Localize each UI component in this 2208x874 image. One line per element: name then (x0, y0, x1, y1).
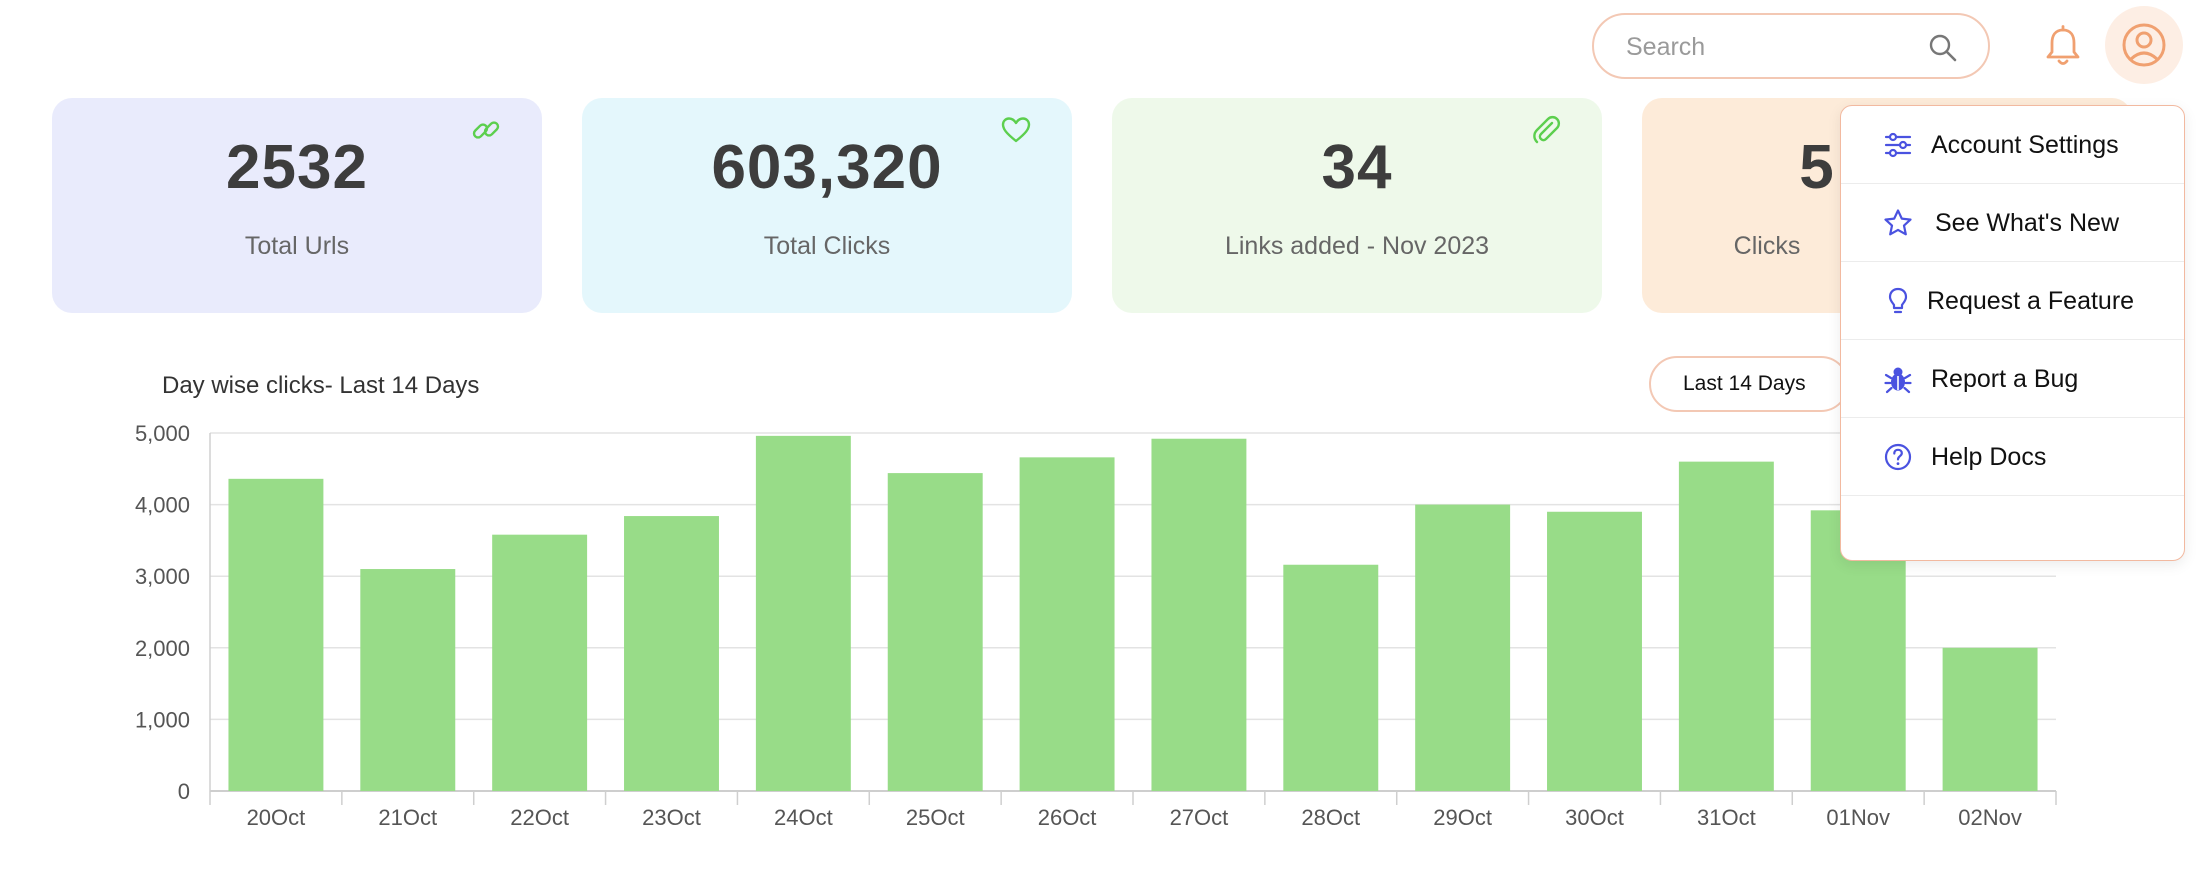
x-tick-label: 31Oct (1697, 805, 1756, 830)
y-tick-label: 3,000 (135, 564, 190, 589)
bar-28Oct (1283, 564, 1379, 791)
stat-card-total-urls: 2532 Total Urls (52, 98, 542, 313)
stat-label: Links added - Nov 2023 (1224, 232, 1490, 260)
bar-20Oct (228, 478, 324, 791)
menu-item-account-settings[interactable]: Account Settings (1841, 106, 2184, 184)
stat-value: 603,320 (711, 133, 943, 202)
profile-button[interactable] (2105, 6, 2183, 84)
sliders-icon (1884, 132, 1912, 158)
stat-value: 34 (1321, 133, 1393, 202)
x-tick-label: 21Oct (378, 805, 437, 830)
menu-item-label: Report a Bug (1931, 365, 2079, 393)
menu-item-help-docs[interactable]: Help Docs (1841, 418, 2184, 496)
stat-value: 2532 (226, 133, 368, 202)
x-tick-label: 24Oct (774, 805, 833, 830)
bar-21Oct (360, 569, 456, 791)
y-tick-label: 5,000 (135, 421, 190, 446)
search-icon[interactable] (1928, 33, 1958, 63)
bar-29Oct (1415, 504, 1511, 791)
x-tick-label: 25Oct (906, 805, 965, 830)
menu-item-label: Request a Feature (1927, 287, 2135, 315)
stat-label: Total Urls (244, 232, 350, 260)
search-input[interactable] (1624, 27, 1928, 67)
y-tick-label: 0 (178, 779, 190, 804)
menu-item-label: Help Docs (1931, 443, 2047, 471)
x-tick-label: 26Oct (1038, 805, 1097, 830)
lightbulb-icon (1888, 287, 1908, 314)
heart-icon[interactable] (1000, 114, 1032, 146)
paperclip-icon[interactable] (1530, 114, 1562, 146)
x-tick-label: 23Oct (642, 805, 701, 830)
bug-icon (1884, 367, 1912, 394)
link-icon[interactable] (470, 114, 502, 146)
bar-25Oct (887, 473, 983, 791)
stat-label: Total Clicks (763, 232, 891, 260)
bar-24Oct (755, 435, 851, 791)
profile-dropdown-menu: Account Settings See What's New Request … (1840, 105, 2185, 561)
y-tick-label: 4,000 (135, 493, 190, 518)
x-tick-label: 02Nov (1958, 805, 2022, 830)
bar-26Oct (1019, 457, 1115, 791)
stat-label: Clicks (1733, 232, 1801, 260)
user-circle-icon (2122, 23, 2166, 67)
star-icon (1884, 209, 1912, 236)
menu-item-label: Account Settings (1931, 131, 2119, 159)
menu-item-request-feature[interactable]: Request a Feature (1841, 262, 2184, 340)
x-tick-label: 28Oct (1301, 805, 1360, 830)
bar-31Oct (1678, 461, 1774, 791)
stat-card-links-added: 34 Links added - Nov 2023 (1112, 98, 1602, 313)
y-tick-label: 2,000 (135, 636, 190, 661)
search-box[interactable] (1592, 13, 1990, 79)
x-tick-label: 01Nov (1826, 805, 1890, 830)
menu-item-report-bug[interactable]: Report a Bug (1841, 340, 2184, 418)
bar-30Oct (1547, 511, 1642, 791)
help-circle-icon (1884, 443, 1912, 471)
menu-item-whats-new[interactable]: See What's New (1841, 184, 2184, 262)
bar-22Oct (492, 534, 588, 791)
x-tick-label: 20Oct (247, 805, 306, 830)
bar-27Oct (1151, 438, 1247, 791)
menu-item-label: See What's New (1935, 209, 2120, 237)
chart-title: Day wise clicks- Last 14 Days (162, 372, 480, 399)
bar-02Nov (1942, 647, 2038, 791)
bar-23Oct (624, 516, 719, 791)
x-tick-label: 29Oct (1433, 805, 1492, 830)
stat-card-total-clicks: 603,320 Total Clicks (582, 98, 1072, 313)
x-tick-label: 30Oct (1565, 805, 1624, 830)
y-tick-label: 1,000 (135, 707, 190, 732)
x-tick-label: 27Oct (1170, 805, 1229, 830)
bell-icon[interactable] (2044, 25, 2082, 67)
x-tick-label: 22Oct (510, 805, 569, 830)
